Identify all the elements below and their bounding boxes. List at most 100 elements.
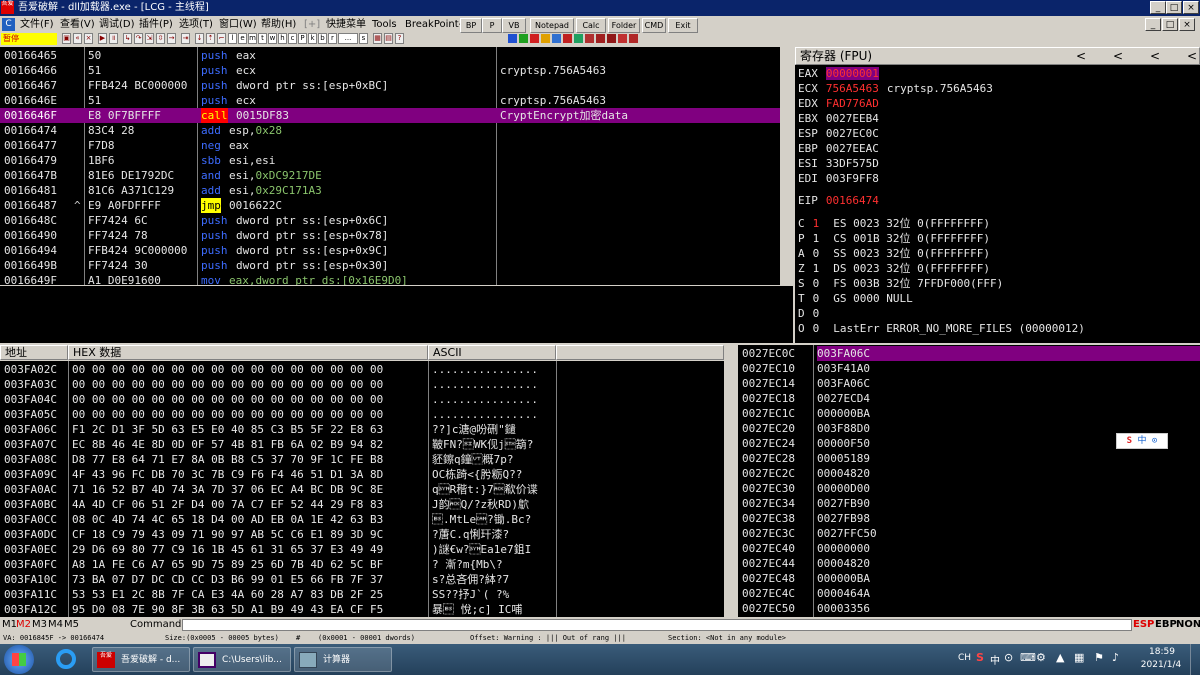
dump-row[interactable]: 003FA07C EC 8B 46 4E 8D 0D 0F 57 4B 81 FB… [0,437,724,452]
flag-value[interactable]: 0 [813,322,820,335]
toolbar-p[interactable]: P [298,33,307,44]
dump-row[interactable]: 003FA0AC 71 16 52 B7 4D 74 3A 7D 37 06 EC… [0,482,724,497]
registers-pane[interactable]: EAX 00000001 ECX 756A5463 cryptsp.756A5463 ED… [795,65,1200,343]
dump-header-ascii[interactable]: ASCII [428,345,556,360]
toolbar-r[interactable]: r [328,33,337,44]
menu-help[interactable]: 帮助(H) [261,16,296,33]
flag-row[interactable]: Z 1 DS 0023 32位 0(FFFFFFFF) [798,261,990,276]
stack-row[interactable]: 0027EC4C 0000464A [738,586,1200,601]
register-row[interactable]: EAX 00000001 [798,66,879,81]
register-row[interactable]: EDX FAD776AD [798,96,879,111]
minimize-button[interactable]: _ [1150,1,1166,14]
stack-pane[interactable]: 0027EC0C 003FA06C 0027EC10 003F41A0 0027EC14… [738,345,1200,617]
flag-row[interactable]: A 0 SS 0023 32位 0(FFFFFFFF) [798,246,990,261]
plugin-icon-2[interactable] [519,34,528,43]
animate-icon[interactable]: ↓ [195,33,204,44]
eip-row[interactable]: EIP 00166474 [798,193,879,208]
hex-dump-pane[interactable]: 003FA02C 00 00 00 00 00 00 00 00 00 00 00… [0,361,724,617]
volume-icon[interactable]: ♪ [1112,651,1119,664]
toolbar-more[interactable]: ... [338,33,358,44]
ime-tray-label[interactable]: 中 [990,652,1000,667]
plugin-icon-5[interactable] [552,34,561,43]
reg-nav-2[interactable]: < [1113,48,1123,64]
stack-row[interactable]: 0027EC3C 0027FFC50 [738,526,1200,541]
toolbar-k[interactable]: k [308,33,317,44]
register-row[interactable]: EBP 0027EEAC [798,141,879,156]
stack-row[interactable]: 0027EC0C 003FA06C [738,346,1200,361]
dump-row[interactable]: 003FA0CC 08 0C 4D 74 4C 65 18 D4 00 AD EB… [0,512,724,527]
dump-row[interactable]: 003FA11C 53 53 E1 2C 8B 7F CA E3 4A 60 28… [0,587,724,602]
plugin-icon-1[interactable] [508,34,517,43]
browser-icon[interactable] [52,647,82,672]
tab-m3[interactable]: M3 [32,618,47,632]
start-button[interactable] [4,645,34,674]
plugin-icon-11[interactable] [618,34,627,43]
folder-button[interactable]: Folder [608,18,640,33]
trace-over-icon[interactable]: ⇳ [156,33,165,44]
dump-header-address[interactable]: 地址 [0,345,68,360]
restart-icon[interactable]: « [73,33,82,44]
stop-animation-icon[interactable]: ⇡ [206,33,215,44]
disasm-row[interactable]: 0016647B 81E6 DE1792DC and esi,0xDC9217DE [0,168,780,183]
stack-row[interactable]: 0027EC2C 00004820 [738,466,1200,481]
plugin-icon-10[interactable] [607,34,616,43]
stack-row[interactable]: 0027EC10 003F41A0 [738,361,1200,376]
register-value[interactable]: 33DF575D [826,157,879,170]
disasm-scrollbar[interactable] [780,47,793,285]
toolbar-m[interactable]: m [248,33,257,44]
ebp-label[interactable]: EBP [1155,618,1177,632]
plugin-icon-4[interactable] [541,34,550,43]
clock-date[interactable]: 2021/1/4 [1136,660,1186,670]
tab-m2[interactable]: M2 [16,618,31,632]
disasm-row[interactable]: 00166487 E9 A0FDFFFF jmp 0016622C ^ [0,198,780,213]
tray-expand-icon[interactable]: ▲ [1056,651,1064,664]
open-icon[interactable]: ▣ [62,33,71,44]
exit-button[interactable]: Exit [668,18,698,33]
reg-nav-4[interactable]: < [1187,48,1197,64]
flag-value[interactable]: 1 [813,262,820,275]
plugin-icon-3[interactable] [530,34,539,43]
dump-row[interactable]: 003FA0BC 4A 4D CF 06 51 2F D4 00 7A C7 EF… [0,497,724,512]
trace-into-icon[interactable]: ⇲ [145,33,154,44]
plugin-icon-8[interactable] [585,34,594,43]
dump-header-hex[interactable]: HEX 数据 [68,345,428,360]
cmd-button[interactable]: CMD [642,18,666,33]
plugin-icon-12[interactable] [629,34,638,43]
disasm-row[interactable]: 00166466 51 push ecx cryptsp.756A5463 [0,63,780,78]
disasm-row[interactable]: 00166474 83C4 28 add esp,0x28 [0,123,780,138]
disasm-row[interactable]: 00166494 FFB424 9C000000 push dword ptr ss:… [0,243,780,258]
splitter[interactable] [724,345,738,617]
inner-restore-button[interactable]: □ [1162,18,1178,31]
dump-row[interactable]: 003FA0DC CF 18 C9 79 43 09 71 90 97 AB 5C… [0,527,724,542]
flag-value[interactable]: 0 [813,292,820,305]
settings-tray-icon[interactable]: ⚙ [1036,651,1046,664]
stack-row[interactable]: 0027EC18 0027ECD4 [738,391,1200,406]
register-value[interactable]: 003F9FF8 [826,172,879,185]
toolbar-b[interactable]: b [318,33,327,44]
stack-row[interactable]: 0027EC50 00003356 [738,601,1200,616]
plugin-icon-7[interactable] [574,34,583,43]
menu-add[interactable]: [+] [304,16,320,33]
toolbar-h[interactable]: h [278,33,287,44]
flag-row[interactable]: T 0 GS 0000 NULL [798,291,913,306]
menu-view[interactable]: 查看(V) [60,16,95,33]
bp-button[interactable]: BP [460,18,482,33]
register-value[interactable]: 0027EEB4 [826,112,879,125]
eip-value[interactable]: 00166474 [826,194,879,207]
esp-label[interactable]: ESP [1133,618,1154,632]
tab-m4[interactable]: M4 [48,618,63,632]
register-row[interactable]: EBX 0027EEB4 [798,111,879,126]
stack-row[interactable]: 0027EC30 00000D00 [738,481,1200,496]
register-row[interactable]: EDI 003F9FF8 [798,171,879,186]
stack-row[interactable]: 0027EC1C 000000BA [738,406,1200,421]
dump-row[interactable]: 003FA04C 00 00 00 00 00 00 00 00 00 00 00… [0,392,724,407]
command-input[interactable] [182,619,1132,631]
flag-row[interactable]: D0 [798,306,833,321]
maximize-button[interactable]: □ [1166,1,1182,14]
menu-window[interactable]: 窗口(W) [219,16,257,33]
register-row[interactable]: ESP 0027EC0C [798,126,879,141]
disasm-row[interactable]: 00166481 81C6 A371C129 add esi,0x29C171A3 [0,183,780,198]
show-desktop-button[interactable] [1190,644,1200,675]
stack-row[interactable]: 0027EC14 003FA06C [738,376,1200,391]
plugin-icon-9[interactable] [596,34,605,43]
